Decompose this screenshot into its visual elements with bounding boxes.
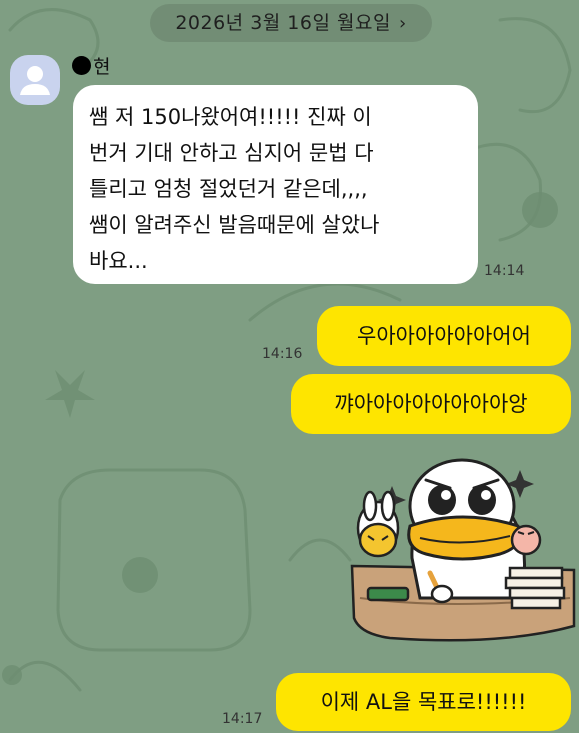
message-line: 바요... [89, 249, 148, 273]
studying-duck-character-sticker[interactable] [350, 448, 576, 648]
outgoing-message-bubble[interactable]: 꺄아아아아아아아아앙 [291, 374, 571, 434]
sender-name-suffix: 현 [93, 56, 111, 78]
message-line: 쌤 저 150나왔어여!!!!! 진짜 이 [89, 105, 372, 129]
redacted-name-mark [72, 56, 91, 75]
incoming-message-bubble[interactable]: 쌤 저 150나왔어여!!!!! 진짜 이 번거 기대 안하고 심지어 문법 다… [73, 85, 478, 284]
outgoing-message-bubble[interactable]: 이제 AL을 목표로!!!!!! [276, 673, 571, 731]
date-header-label: 2026년 3월 16일 월요일 [175, 12, 391, 34]
date-header-pill[interactable]: 2026년 3월 16일 월요일 › [150, 4, 432, 42]
default-profile-icon [20, 66, 50, 95]
sender-name: 현 [72, 52, 110, 79]
message-timestamp: 14:14 [484, 263, 525, 279]
message-line: 쌤이 알려주신 발음때문에 살았나 [89, 213, 380, 237]
message-timestamp: 14:17 [222, 711, 263, 727]
chevron-right-icon: › [398, 13, 407, 34]
message-line: 번거 기대 안하고 심지어 문법 다 [89, 141, 374, 165]
message-line: 틀리고 엄청 절었던거 같은데,,,, [89, 177, 368, 201]
outgoing-message-bubble[interactable]: 우아아아아아아어어 [317, 306, 571, 366]
avatar[interactable] [10, 55, 60, 105]
message-timestamp: 14:16 [262, 346, 303, 362]
